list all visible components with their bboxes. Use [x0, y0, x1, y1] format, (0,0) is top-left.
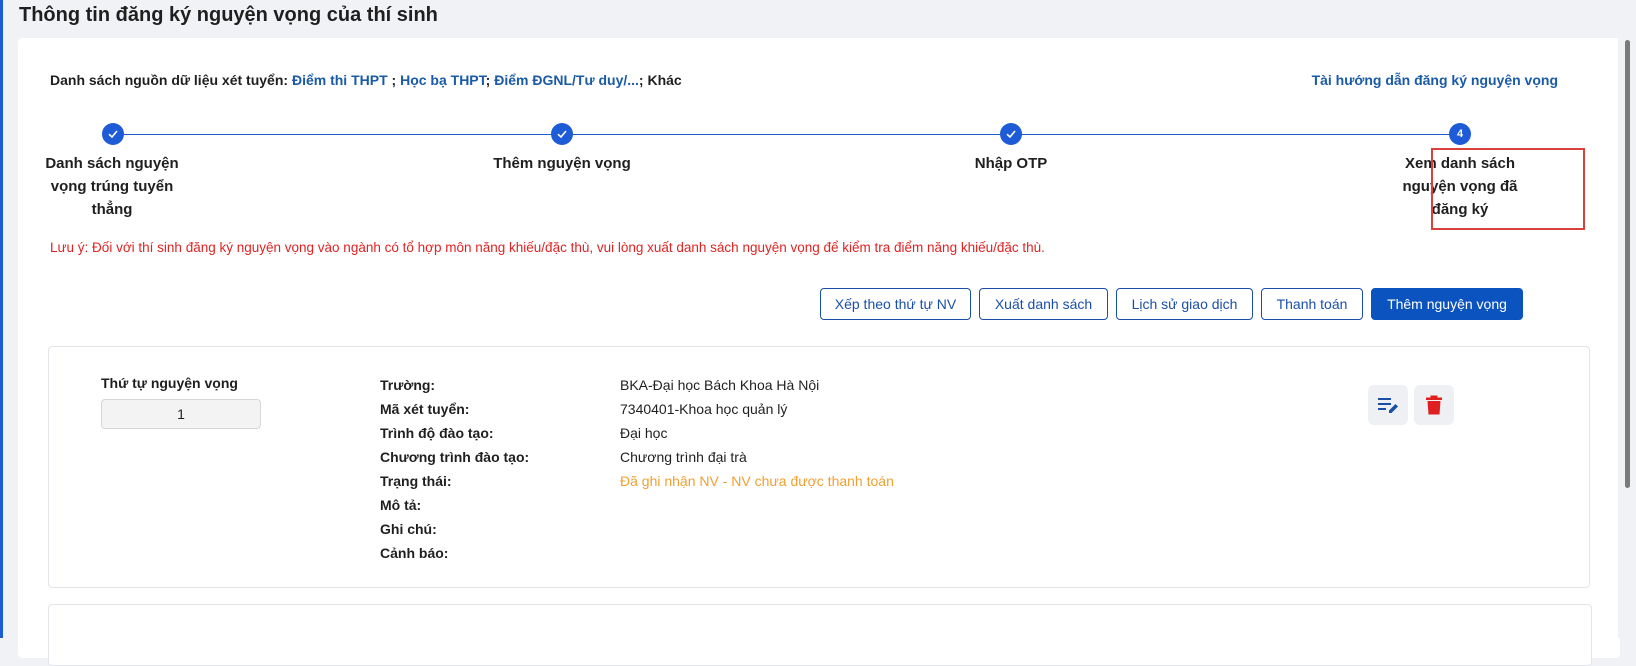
field-value: 7340401-Khoa học quản lý [620, 401, 788, 417]
field-label: Trạng thái: [380, 473, 452, 489]
field-label: Ghi chú: [380, 521, 437, 537]
step-2-check[interactable] [551, 123, 573, 145]
field-value: BKA-Đại học Bách Khoa Hà Nội [620, 377, 820, 393]
field-label: Mã xét tuyển: [380, 401, 470, 417]
field-label: Chương trình đào tạo: [380, 449, 530, 465]
step-4-number[interactable]: 4 [1449, 123, 1471, 145]
wish-order-label: Thứ tự nguyện vọng [101, 375, 238, 391]
step-1-check[interactable] [102, 123, 124, 145]
delete-wish-button[interactable] [1414, 385, 1454, 425]
source-separator: ; [387, 72, 401, 88]
status-value: Đã ghi nhận NV - NV chưa được thanh toán [620, 473, 894, 489]
edit-wish-button[interactable] [1368, 385, 1408, 425]
field-label: Cảnh báo: [380, 545, 449, 561]
wish-item-card: Thứ tự nguyện vọng 1 Trường: BKA-Đại học… [48, 346, 1590, 588]
check-icon [108, 130, 118, 139]
step-3-check[interactable] [1000, 123, 1022, 145]
field-value: Chương trình đại trà [620, 449, 747, 465]
guide-link[interactable]: Tài hướng dẫn đăng ký nguyện vọng [1312, 72, 1558, 88]
current-step-highlight [1431, 148, 1585, 230]
field-label: Trình độ đào tạo: [380, 425, 494, 441]
field-label: Mô tả: [380, 497, 422, 513]
scrollbar-thumb[interactable] [1625, 40, 1630, 488]
source-link-transcript[interactable]: Học bạ THPT [400, 72, 486, 88]
source-link-aptitude[interactable]: Điểm ĐGNL/Tư duy/... [494, 72, 639, 88]
step-label-3: Nhập OTP [974, 155, 1048, 172]
transaction-history-button[interactable]: Lịch sử giao dịch [1116, 288, 1253, 320]
source-link-thpt-exam[interactable]: Điểm thi THPT [292, 72, 388, 88]
next-wish-card [48, 604, 1592, 666]
stepper-line [113, 134, 1460, 135]
left-accent-bar [0, 0, 3, 638]
sort-by-order-button[interactable]: Xếp theo thứ tự NV [820, 288, 971, 320]
add-wish-button[interactable]: Thêm nguyện vọng [1371, 288, 1523, 320]
scrollbar[interactable] [1618, 0, 1636, 638]
export-list-button[interactable]: Xuất danh sách [979, 288, 1108, 320]
wish-order-input[interactable]: 1 [101, 399, 261, 429]
registration-card: Danh sách nguồn dữ liệu xét tuyển: Điểm … [18, 38, 1620, 666]
page-title: Thông tin đăng ký nguyện vọng của thí si… [19, 4, 438, 26]
data-sources: Danh sách nguồn dữ liệu xét tuyển: Điểm … [50, 72, 682, 88]
check-icon [557, 130, 567, 139]
field-value: Đại học [620, 425, 668, 441]
step-label-2: Thêm nguyện vọng [493, 155, 631, 172]
data-sources-prefix: Danh sách nguồn dữ liệu xét tuyển: [50, 72, 289, 88]
check-icon [1006, 130, 1016, 139]
payment-button[interactable]: Thanh toán [1261, 288, 1363, 320]
field-label: Trường: [380, 377, 436, 393]
notice-text: Lưu ý: Đối với thí sinh đăng ký nguyện v… [50, 240, 1045, 255]
step-label-1: Danh sách nguyện vọng trúng tuyển thẳng [45, 155, 179, 218]
source-other: Khác [647, 72, 682, 88]
trash-icon [1426, 395, 1442, 415]
edit-list-icon [1378, 398, 1398, 413]
source-separator: ; [485, 72, 495, 88]
